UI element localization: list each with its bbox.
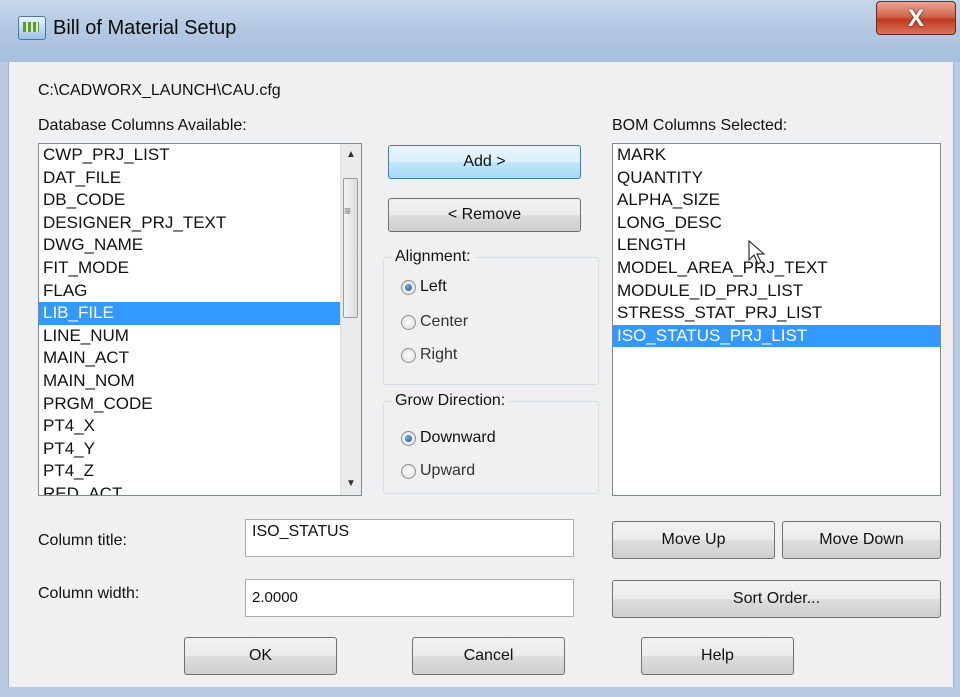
close-button[interactable]: X bbox=[876, 1, 956, 35]
sort-order-button[interactable]: Sort Order... bbox=[612, 580, 941, 618]
available-item[interactable]: DESIGNER_PRJ_TEXT bbox=[39, 212, 361, 235]
available-item[interactable]: DAT_FILE bbox=[39, 167, 361, 190]
available-item[interactable]: LIB_FILE bbox=[39, 302, 361, 325]
selected-item[interactable]: MARK bbox=[613, 144, 940, 167]
grow-direction-label: Grow Direction: bbox=[392, 392, 509, 410]
available-item[interactable]: RED_ACT bbox=[39, 483, 361, 495]
column-width-label: Column width: bbox=[38, 585, 140, 602]
radio-label: Center bbox=[420, 313, 469, 330]
radio-label: Upward bbox=[420, 462, 476, 479]
column-width-input[interactable]: 2.0000 bbox=[245, 579, 574, 617]
add-button[interactable]: Add > bbox=[388, 145, 581, 179]
help-button[interactable]: Help bbox=[641, 637, 794, 675]
selected-item[interactable]: ISO_STATUS_PRJ_LIST bbox=[613, 324, 940, 348]
scroll-up-icon[interactable]: ▲ bbox=[341, 144, 361, 166]
available-item[interactable]: DB_CODE bbox=[39, 189, 361, 212]
radio-selected-icon bbox=[401, 430, 416, 446]
grow-downward-radio[interactable]: Downward bbox=[401, 429, 496, 447]
selected-item[interactable]: MODEL_AREA_PRJ_TEXT bbox=[613, 257, 940, 280]
available-item[interactable]: PT4_Z bbox=[39, 460, 361, 483]
available-columns-list[interactable]: CWP_PRJ_LIST DAT_FILE DB_CODE DESIGNER_PRJ_… bbox=[38, 143, 362, 496]
selected-columns-list[interactable]: MARK QUANTITY ALPHA_SIZE LONG_DESC LENGTH MOD… bbox=[612, 143, 941, 496]
scroll-down-icon[interactable]: ▼ bbox=[341, 473, 361, 495]
available-item[interactable]: MAIN_NOM bbox=[39, 370, 361, 393]
available-item[interactable]: FIT_MODE bbox=[39, 257, 361, 280]
available-item[interactable]: PT4_Y bbox=[39, 438, 361, 461]
radio-unselected-icon bbox=[401, 314, 416, 330]
remove-button[interactable]: < Remove bbox=[388, 198, 581, 232]
available-item[interactable]: FLAG bbox=[39, 280, 361, 303]
available-item[interactable]: CWP_PRJ_LIST bbox=[39, 144, 361, 167]
selected-item[interactable]: ALPHA_SIZE bbox=[613, 189, 940, 212]
column-title-input[interactable]: ISO_STATUS bbox=[245, 519, 574, 557]
radio-unselected-icon bbox=[401, 347, 416, 363]
selected-columns-label: BOM Columns Selected: bbox=[612, 117, 788, 134]
app-icon bbox=[18, 16, 46, 40]
window-frame-left bbox=[0, 62, 8, 697]
move-down-button[interactable]: Move Down bbox=[782, 521, 941, 559]
radio-label: Right bbox=[420, 346, 458, 363]
radio-unselected-icon bbox=[401, 463, 416, 479]
mouse-pointer-icon bbox=[748, 240, 766, 265]
available-item[interactable]: MAIN_ACT bbox=[39, 347, 361, 370]
scrollbar-grip-icon: ≡ bbox=[344, 204, 352, 218]
available-item[interactable]: PT4_X bbox=[39, 415, 361, 438]
grow-direction-group: Grow Direction: bbox=[383, 392, 599, 494]
grow-upward-radio[interactable]: Upward bbox=[401, 462, 475, 480]
radio-label: Downward bbox=[420, 429, 496, 446]
selected-item[interactable]: LENGTH bbox=[613, 234, 940, 257]
radio-label: Left bbox=[420, 278, 447, 295]
move-up-button[interactable]: Move Up bbox=[612, 521, 775, 559]
scrollbar-thumb[interactable] bbox=[343, 178, 358, 318]
column-title-label: Column title: bbox=[38, 532, 127, 549]
alignment-label: Alignment: bbox=[392, 248, 474, 266]
cancel-button[interactable]: Cancel bbox=[412, 637, 565, 675]
selected-item[interactable]: QUANTITY bbox=[613, 167, 940, 190]
window-frame-bottom bbox=[0, 687, 960, 697]
available-list-scrollbar[interactable]: ▲ ≡ ▼ bbox=[340, 144, 361, 495]
selected-item[interactable]: LONG_DESC bbox=[613, 212, 940, 235]
selected-item[interactable]: STRESS_STAT_PRJ_LIST bbox=[613, 302, 940, 325]
available-columns-label: Database Columns Available: bbox=[38, 117, 247, 134]
available-item[interactable]: PRGM_CODE bbox=[39, 393, 361, 416]
window-title: Bill of Material Setup bbox=[53, 17, 237, 39]
config-path: C:\CADWORX_LAUNCH\CAU.cfg bbox=[38, 82, 281, 99]
close-icon: X bbox=[907, 5, 924, 32]
available-item[interactable]: DWG_NAME bbox=[39, 234, 361, 257]
alignment-right-radio[interactable]: Right bbox=[401, 346, 457, 364]
title-bar[interactable]: Bill of Material Setup X bbox=[0, 0, 960, 62]
selected-item[interactable]: MODULE_ID_PRJ_LIST bbox=[613, 280, 940, 303]
available-item[interactable]: LINE_NUM bbox=[39, 325, 361, 348]
alignment-center-radio[interactable]: Center bbox=[401, 313, 468, 331]
ok-button[interactable]: OK bbox=[184, 637, 337, 675]
bom-setup-dialog: Bill of Material Setup X C:\CADWORX_LAUN… bbox=[0, 0, 960, 697]
alignment-left-radio[interactable]: Left bbox=[401, 278, 447, 296]
radio-selected-icon bbox=[401, 279, 416, 295]
